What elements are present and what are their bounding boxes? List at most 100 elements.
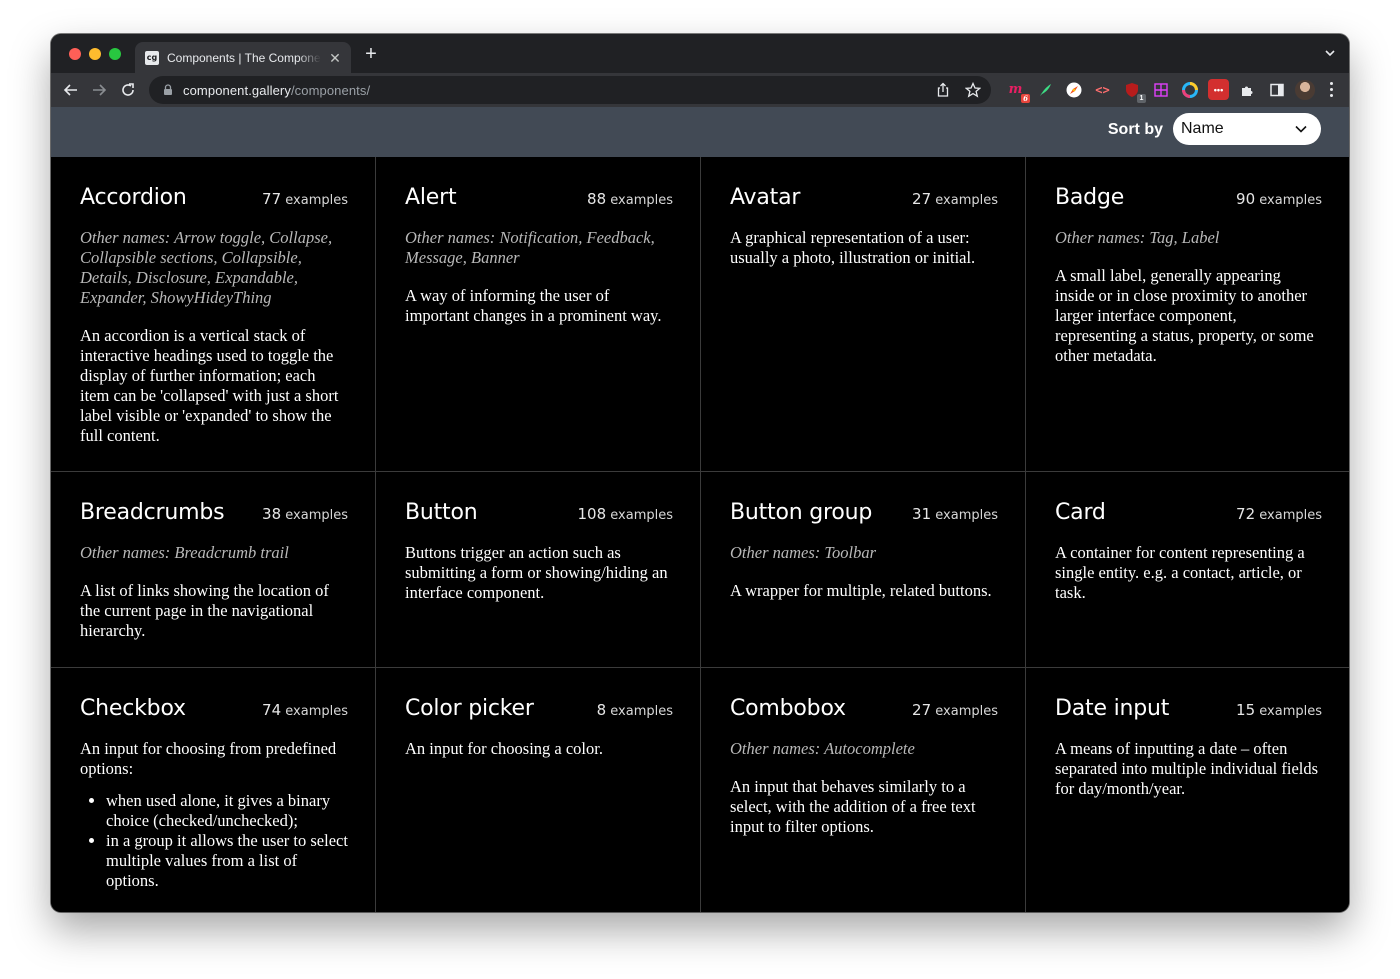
example-count: 27 examples: [912, 190, 998, 208]
reload-button[interactable]: [116, 78, 140, 102]
side-panel-icon[interactable]: [1266, 79, 1287, 100]
browser-tab-active[interactable]: cg Components | The Component Gallery ✕: [135, 42, 351, 73]
component-title: Date input: [1055, 696, 1170, 721]
profile-avatar[interactable]: [1295, 79, 1315, 100]
browser-toolbar: component.gallery/components/ m6 <> 1 ••…: [51, 73, 1349, 107]
component-title: Alert: [405, 185, 457, 210]
address-bar[interactable]: component.gallery/components/: [149, 76, 991, 104]
share-icon[interactable]: [933, 80, 953, 100]
lock-icon[interactable]: [161, 83, 175, 97]
example-count: 38 examples: [262, 505, 348, 523]
component-description-list: when used alone, it gives a binary choic…: [106, 791, 348, 891]
color-ring-icon[interactable]: [1179, 79, 1200, 100]
forward-button[interactable]: [87, 78, 111, 102]
example-count: 15 examples: [1236, 701, 1322, 719]
component-card-checkbox[interactable]: Checkbox 74 examples An input for choosin…: [51, 668, 376, 912]
component-title: Breadcrumbs: [80, 500, 225, 525]
list-item: in a group it allows the user to select …: [106, 831, 348, 891]
ellipsis-ext-icon[interactable]: •••: [1208, 79, 1229, 100]
arrow-right-icon: [93, 84, 107, 96]
component-description: An input for choosing a color.: [405, 739, 603, 758]
component-title: Avatar: [730, 185, 801, 210]
example-count: 31 examples: [912, 505, 998, 523]
minimize-window-button[interactable]: [89, 48, 101, 60]
extensions-area: m6 <> 1 •••: [1005, 79, 1339, 103]
tab-title: Components | The Component Gallery: [167, 50, 321, 65]
component-description: A small label, generally appearing insid…: [1055, 266, 1314, 365]
component-title: Button group: [730, 500, 873, 525]
sort-select-value: Name: [1181, 120, 1224, 137]
browser-menu-icon[interactable]: [1323, 80, 1339, 100]
url-text[interactable]: component.gallery/components/: [183, 83, 370, 98]
component-card-badge[interactable]: Badge 90 examples Other names: Tag, Label…: [1026, 157, 1349, 472]
sort-label: Sort by: [1107, 121, 1163, 138]
component-description: A list of links showing the location of …: [80, 581, 329, 640]
component-card-accordion[interactable]: Accordion 77 examples Other names: Arrow …: [51, 157, 376, 472]
component-description: An input for choosing from predefined op…: [80, 739, 337, 778]
back-button[interactable]: [59, 78, 83, 102]
component-card-card[interactable]: Card 72 examples A container for content …: [1026, 472, 1349, 668]
component-description: An input that behaves similarly to a sel…: [730, 777, 976, 836]
component-title: Color picker: [405, 696, 534, 721]
component-description: A way of informing the user of important…: [405, 286, 662, 325]
component-card-button-group[interactable]: Button group 31 examples Other names: Too…: [701, 472, 1026, 668]
code-icon[interactable]: <>: [1092, 79, 1113, 100]
example-count: 27 examples: [912, 701, 998, 719]
component-description: A wrapper for multiple, related buttons.: [730, 581, 992, 600]
component-other-names: Other names: Toolbar: [730, 543, 877, 562]
example-count: 72 examples: [1236, 505, 1322, 523]
maximize-window-button[interactable]: [109, 48, 121, 60]
component-title: Card: [1055, 500, 1106, 525]
example-count: 90 examples: [1236, 190, 1322, 208]
browser-window: cg Components | The Component Gallery ✕ …: [51, 34, 1349, 912]
component-card-alert[interactable]: Alert 88 examples Other names: Notificati…: [376, 157, 701, 472]
component-other-names: Other names: Notification, Feedback, Mes…: [405, 228, 655, 267]
component-other-names: Other names: Arrow toggle, Collapse, Col…: [80, 228, 333, 307]
reload-icon: [122, 83, 134, 96]
tab-search-chevron-icon[interactable]: [1323, 46, 1337, 60]
component-card-combobox[interactable]: Combobox 27 examples Other names: Autocom…: [701, 668, 1026, 912]
component-description: A container for content representing a s…: [1055, 543, 1305, 602]
component-other-names: Other names: Breadcrumb trail: [80, 543, 289, 562]
site-favicon-icon: cg: [145, 50, 159, 65]
example-count: 77 examples: [262, 190, 348, 208]
feather-icon[interactable]: [1034, 79, 1055, 100]
component-other-names: Other names: Autocomplete: [730, 739, 915, 758]
component-title: Accordion: [80, 185, 187, 210]
component-card-avatar[interactable]: Avatar 27 examples A graphical representa…: [701, 157, 1026, 472]
component-title: Checkbox: [80, 696, 186, 721]
component-grid: Accordion 77 examples Other names: Arrow …: [51, 157, 1349, 912]
chevron-down-icon: [1295, 125, 1307, 133]
example-count: 8 examples: [596, 701, 673, 719]
new-tab-button[interactable]: +: [361, 44, 381, 64]
component-description: A graphical representation of a user: us…: [730, 228, 976, 267]
example-count: 108 examples: [577, 505, 673, 523]
component-description: Buttons trigger an action such as submit…: [405, 543, 668, 602]
component-other-names: Other names: Tag, Label: [1055, 228, 1220, 247]
component-description: An accordion is a vertical stack of inte…: [80, 326, 339, 445]
tab-close-icon[interactable]: ✕: [327, 50, 343, 66]
close-window-button[interactable]: [69, 48, 81, 60]
component-card-button[interactable]: Button 108 examples Buttons trigger an ac…: [376, 472, 701, 668]
component-title: Combobox: [730, 696, 846, 721]
puzzle-extensions-icon[interactable]: [1237, 79, 1258, 100]
component-card-color-picker[interactable]: Color picker 8 examples An input for choo…: [376, 668, 701, 912]
component-card-date-input[interactable]: Date input 15 examples A means of inputti…: [1026, 668, 1349, 912]
tab-strip: cg Components | The Component Gallery ✕ …: [51, 34, 1349, 73]
example-count: 88 examples: [587, 190, 673, 208]
component-title: Button: [405, 500, 478, 525]
component-description: A means of inputting a date – often sepa…: [1055, 739, 1319, 798]
component-title: Badge: [1055, 185, 1125, 210]
ublock-icon[interactable]: 1: [1121, 79, 1146, 103]
grid-icon[interactable]: [1150, 79, 1171, 100]
compass-icon[interactable]: [1063, 79, 1084, 100]
component-card-breadcrumbs[interactable]: Breadcrumbs 38 examples Other names: Brea…: [51, 472, 376, 668]
mozbar-icon[interactable]: m6: [1005, 79, 1030, 103]
list-item: when used alone, it gives a binary choic…: [106, 791, 348, 831]
sort-bar: Sort by Name: [51, 107, 1349, 157]
example-count: 74 examples: [262, 701, 348, 719]
sort-select[interactable]: Name: [1173, 113, 1321, 145]
bookmark-star-icon[interactable]: [963, 80, 983, 100]
arrow-left-icon: [63, 84, 77, 96]
window-controls: [69, 48, 121, 60]
